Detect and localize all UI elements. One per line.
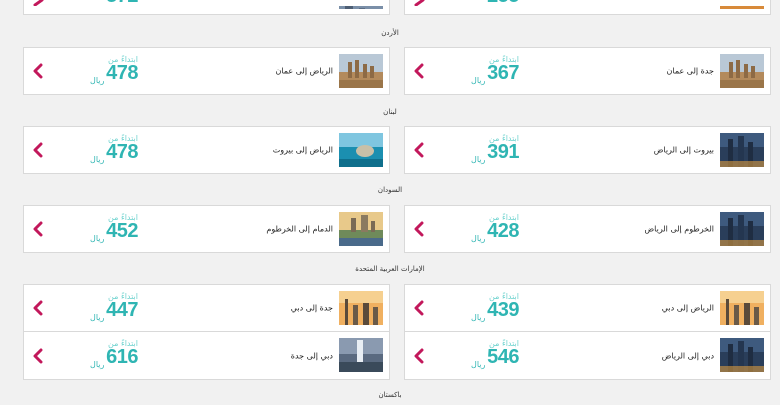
section-title-lebanon: لبنان	[383, 108, 397, 116]
price-amount: 255	[487, 0, 519, 7]
section-title-uae: الإمارات العربية المتحدة	[355, 265, 425, 273]
chevron-left-icon[interactable]	[413, 300, 425, 316]
price-amount: 452	[106, 220, 138, 242]
currency-label: ريال	[471, 360, 486, 369]
price-block: ابتداءً من 391 ريال	[467, 134, 523, 170]
destination-thumbnail	[720, 212, 764, 246]
chevron-left-icon[interactable]	[413, 63, 425, 79]
destination-thumbnail	[339, 291, 383, 325]
chevron-left-icon	[413, 0, 425, 16]
currency-label: ريال	[471, 313, 486, 322]
route-label: جدة إلى عمان	[666, 66, 714, 76]
route-label: بيروت إلى الرياض	[653, 145, 714, 155]
price-block: ابتداءً من 367 ريال	[467, 55, 523, 91]
destination-thumbnail	[339, 212, 383, 246]
price-block: ابتداءً من 478 ريال	[86, 55, 142, 91]
chevron-left-icon[interactable]	[413, 142, 425, 158]
destination-thumbnail	[720, 133, 764, 167]
price-block: 255	[467, 0, 523, 14]
route-card[interactable]: ابتداءً من 439 ريال الرياض إلى دبي	[404, 284, 771, 332]
price-block: ابتداءً من 447 ريال	[86, 292, 142, 328]
route-label: دبي إلى جدة	[290, 351, 333, 360]
destination-thumbnail	[339, 133, 383, 167]
route-label: الرياض إلى بيروت	[272, 145, 333, 155]
destination-thumbnail	[720, 0, 764, 9]
destination-thumbnail	[720, 338, 764, 372]
destination-thumbnail	[720, 54, 764, 88]
price-block: 372	[86, 0, 142, 14]
route-card[interactable]: ابتداءً من 391 ريال بيروت إلى الرياض	[404, 126, 771, 174]
price-amount: 428	[487, 220, 519, 242]
route-label: الخرطوم إلى الرياض	[644, 224, 714, 234]
route-card[interactable]: ابتداءً من 478 ريال الرياض إلى عمان	[23, 47, 390, 95]
section-title-jordan: الأردن	[381, 29, 399, 37]
currency-label: ريال	[90, 155, 105, 164]
destination-thumbnail	[720, 291, 764, 325]
price-amount: 372	[106, 0, 138, 7]
route-label: دبي إلى الرياض	[661, 351, 714, 360]
route-label: جدة إلى دبي	[290, 303, 333, 313]
route-label: الدمام إلى الخرطوم	[266, 224, 333, 234]
chevron-left-icon	[32, 0, 44, 16]
price-amount: 391	[487, 141, 519, 163]
destination-thumbnail	[339, 338, 383, 372]
price-block: ابتداءً من 546 ريال	[467, 339, 523, 375]
price-amount: 447	[106, 299, 138, 321]
price-block: ابتداءً من 616 ريال	[86, 339, 142, 375]
chevron-left-icon[interactable]	[413, 348, 425, 364]
chevron-left-icon[interactable]	[32, 348, 44, 364]
route-card[interactable]: ابتداءً من 367 ريال جدة إلى عمان	[404, 47, 771, 95]
destination-thumbnail	[339, 0, 383, 9]
price-amount: 546	[487, 346, 519, 368]
route-card[interactable]: ابتداءً من 478 ريال الرياض إلى بيروت	[23, 126, 390, 174]
route-card[interactable]: ابتداءً من 447 ريال جدة إلى دبي	[23, 284, 390, 332]
route-label: الرياض إلى عمان	[275, 66, 333, 76]
section-title-sudan: السودان	[377, 186, 403, 194]
route-card[interactable]: ابتداءً من 428 ريال الخرطوم إلى الرياض	[404, 205, 771, 253]
price-amount: 367	[487, 62, 519, 84]
chevron-left-icon[interactable]	[32, 142, 44, 158]
currency-label: ريال	[471, 234, 486, 243]
price-amount: 478	[106, 62, 138, 84]
price-block: ابتداءً من 428 ريال	[467, 213, 523, 249]
route-card-partial[interactable]: 372	[23, 0, 390, 15]
route-label: الرياض إلى دبي	[661, 303, 714, 313]
chevron-left-icon[interactable]	[32, 221, 44, 237]
route-card-partial[interactable]: 255	[404, 0, 771, 15]
chevron-left-icon[interactable]	[32, 63, 44, 79]
price-amount: 439	[487, 299, 519, 321]
route-card[interactable]: ابتداءً من 616 ريال دبي إلى جدة	[23, 332, 390, 380]
price-block: ابتداءً من 439 ريال	[467, 292, 523, 328]
price-block: ابتداءً من 478 ريال	[86, 134, 142, 170]
currency-label: ريال	[90, 76, 105, 85]
currency-label: ريال	[90, 234, 105, 243]
currency-label: ريال	[90, 313, 105, 322]
section-title-pakistan: باكستان	[378, 391, 402, 399]
currency-label: ريال	[471, 76, 486, 85]
currency-label: ريال	[90, 360, 105, 369]
currency-label: ريال	[471, 155, 486, 164]
price-block: ابتداءً من 452 ريال	[86, 213, 142, 249]
route-card[interactable]: ابتداءً من 546 ريال دبي إلى الرياض	[404, 332, 771, 380]
route-card[interactable]: ابتداءً من 452 ريال الدمام إلى الخرطوم	[23, 205, 390, 253]
price-amount: 616	[106, 346, 138, 368]
price-amount: 478	[106, 141, 138, 163]
chevron-left-icon[interactable]	[413, 221, 425, 237]
chevron-left-icon[interactable]	[32, 300, 44, 316]
destination-thumbnail	[339, 54, 383, 88]
